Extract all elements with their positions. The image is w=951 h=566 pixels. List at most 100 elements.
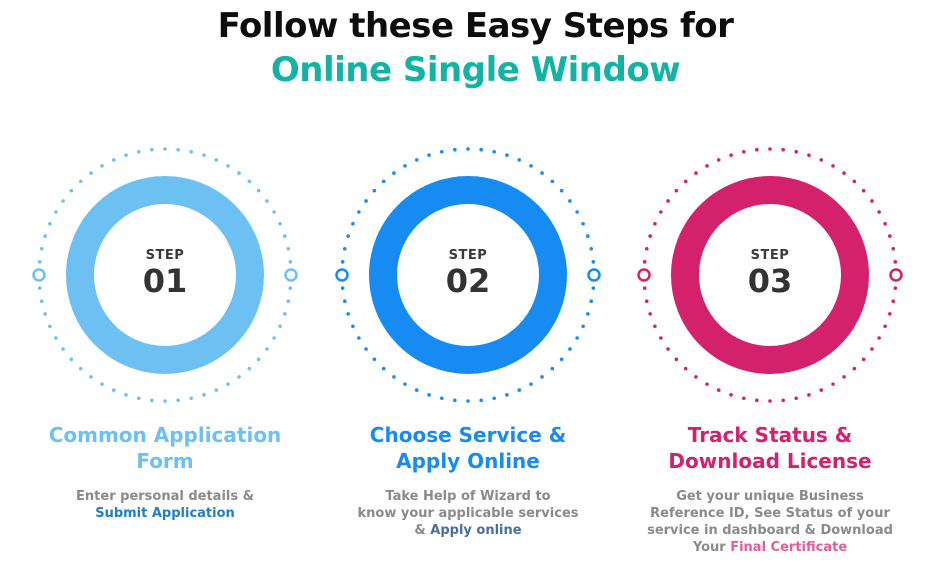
ring-dot [742, 396, 746, 401]
ring-dot [540, 171, 544, 175]
ring-dot [392, 171, 396, 175]
step-number: 02 [445, 262, 491, 300]
ring-dot [100, 164, 104, 168]
ring-dot [586, 234, 590, 238]
ring-dot [256, 188, 261, 193]
ring-dot [550, 179, 555, 184]
ring-dot [351, 221, 355, 226]
ring-dot [559, 357, 564, 362]
ring-dot [674, 188, 679, 193]
ring-dot [694, 375, 698, 379]
ring-dot [705, 382, 709, 386]
ring-dot [559, 188, 564, 193]
ring-dot [381, 179, 386, 184]
ring-dot [861, 357, 866, 362]
ring-dot [716, 388, 721, 392]
ring-dot [237, 375, 241, 379]
step-number: 03 [747, 262, 793, 300]
ring-dot [357, 210, 361, 214]
ring-dot [78, 366, 83, 371]
ring-dot [870, 347, 874, 351]
step-card-3: STEP 03 Track Status & Download License … [630, 140, 910, 555]
ring-dot [78, 179, 83, 184]
ring-dot [100, 382, 104, 386]
ring-dot [272, 336, 276, 340]
ring-dot [883, 324, 887, 329]
final-certificate-link[interactable]: Final Certificate [730, 540, 847, 555]
ring-dot [427, 393, 431, 397]
ring-dot [479, 147, 483, 152]
ring-dot [69, 357, 74, 362]
ring-dot [392, 375, 396, 379]
ring-dot [540, 375, 544, 379]
ring-dot [794, 396, 798, 401]
ring-dot [403, 382, 407, 386]
ring-dot [111, 158, 116, 162]
ring-dot [278, 221, 282, 226]
ring-dot [492, 149, 496, 154]
page-subtitle: Online Single Window [270, 50, 681, 90]
ring-dot [226, 382, 230, 386]
ring-dot [883, 221, 887, 226]
ring-dot [683, 179, 688, 184]
ring-dot [61, 199, 65, 203]
submit-application-link[interactable]: Submit Application [0, 505, 335, 522]
ring-dot [202, 393, 206, 397]
ring-dot [176, 147, 180, 152]
ring-dot [683, 366, 688, 371]
ring-dot [781, 147, 785, 152]
step-description: Get your unique Business Reference ID, S… [647, 489, 893, 555]
ring-dot [842, 375, 846, 379]
ring-dot [466, 147, 470, 151]
ring-dot [403, 164, 407, 168]
apply-online-link[interactable]: Apply online [430, 523, 521, 538]
ring-dot [694, 171, 698, 175]
ring-dot [189, 396, 193, 401]
ring-dot [659, 336, 663, 340]
ring-dot [781, 398, 785, 403]
ring-dot [768, 147, 772, 151]
page-title: Follow these Easy Steps for [217, 6, 734, 46]
ring-dot [581, 324, 585, 329]
ring-dot [877, 336, 881, 340]
ring-dot [550, 366, 555, 371]
ring-dot [89, 171, 93, 175]
ring-dot [755, 398, 759, 403]
ring-dot [364, 347, 368, 351]
ring-dot [54, 210, 58, 214]
ring-dot [888, 312, 892, 316]
ring-dot [575, 336, 579, 340]
ring-dot [674, 357, 679, 362]
ring-dot [529, 164, 533, 168]
ring-dot [427, 153, 431, 157]
ring-dot [659, 210, 663, 214]
ring-dot [150, 398, 154, 403]
ring-dot [492, 396, 496, 401]
ring-dot [586, 312, 590, 316]
ring-dot [163, 147, 167, 151]
ring-dot [189, 149, 193, 154]
ring-dot [666, 199, 670, 203]
ring-dot [137, 149, 141, 154]
ring-dot [742, 149, 746, 154]
ring-dot [440, 396, 444, 401]
ring-dot [202, 153, 206, 157]
ring-dot [226, 164, 230, 168]
step-number: 01 [142, 262, 188, 300]
ring-dot [372, 188, 377, 193]
ring-dot [43, 312, 47, 316]
ring-dot [453, 147, 457, 152]
ring-dot [794, 149, 798, 154]
ring-dot [716, 158, 721, 162]
ring-dot [265, 347, 269, 351]
ring-dot [351, 324, 355, 329]
ring-dot [247, 179, 252, 184]
ring-dot [831, 164, 835, 168]
ring-dot [124, 153, 128, 157]
ring-dot [372, 357, 377, 362]
ring-dot [357, 336, 361, 340]
ring-dot [256, 357, 261, 362]
step-label: STEP [448, 248, 488, 263]
ring-dot [705, 164, 709, 168]
ring-dot [272, 210, 276, 214]
